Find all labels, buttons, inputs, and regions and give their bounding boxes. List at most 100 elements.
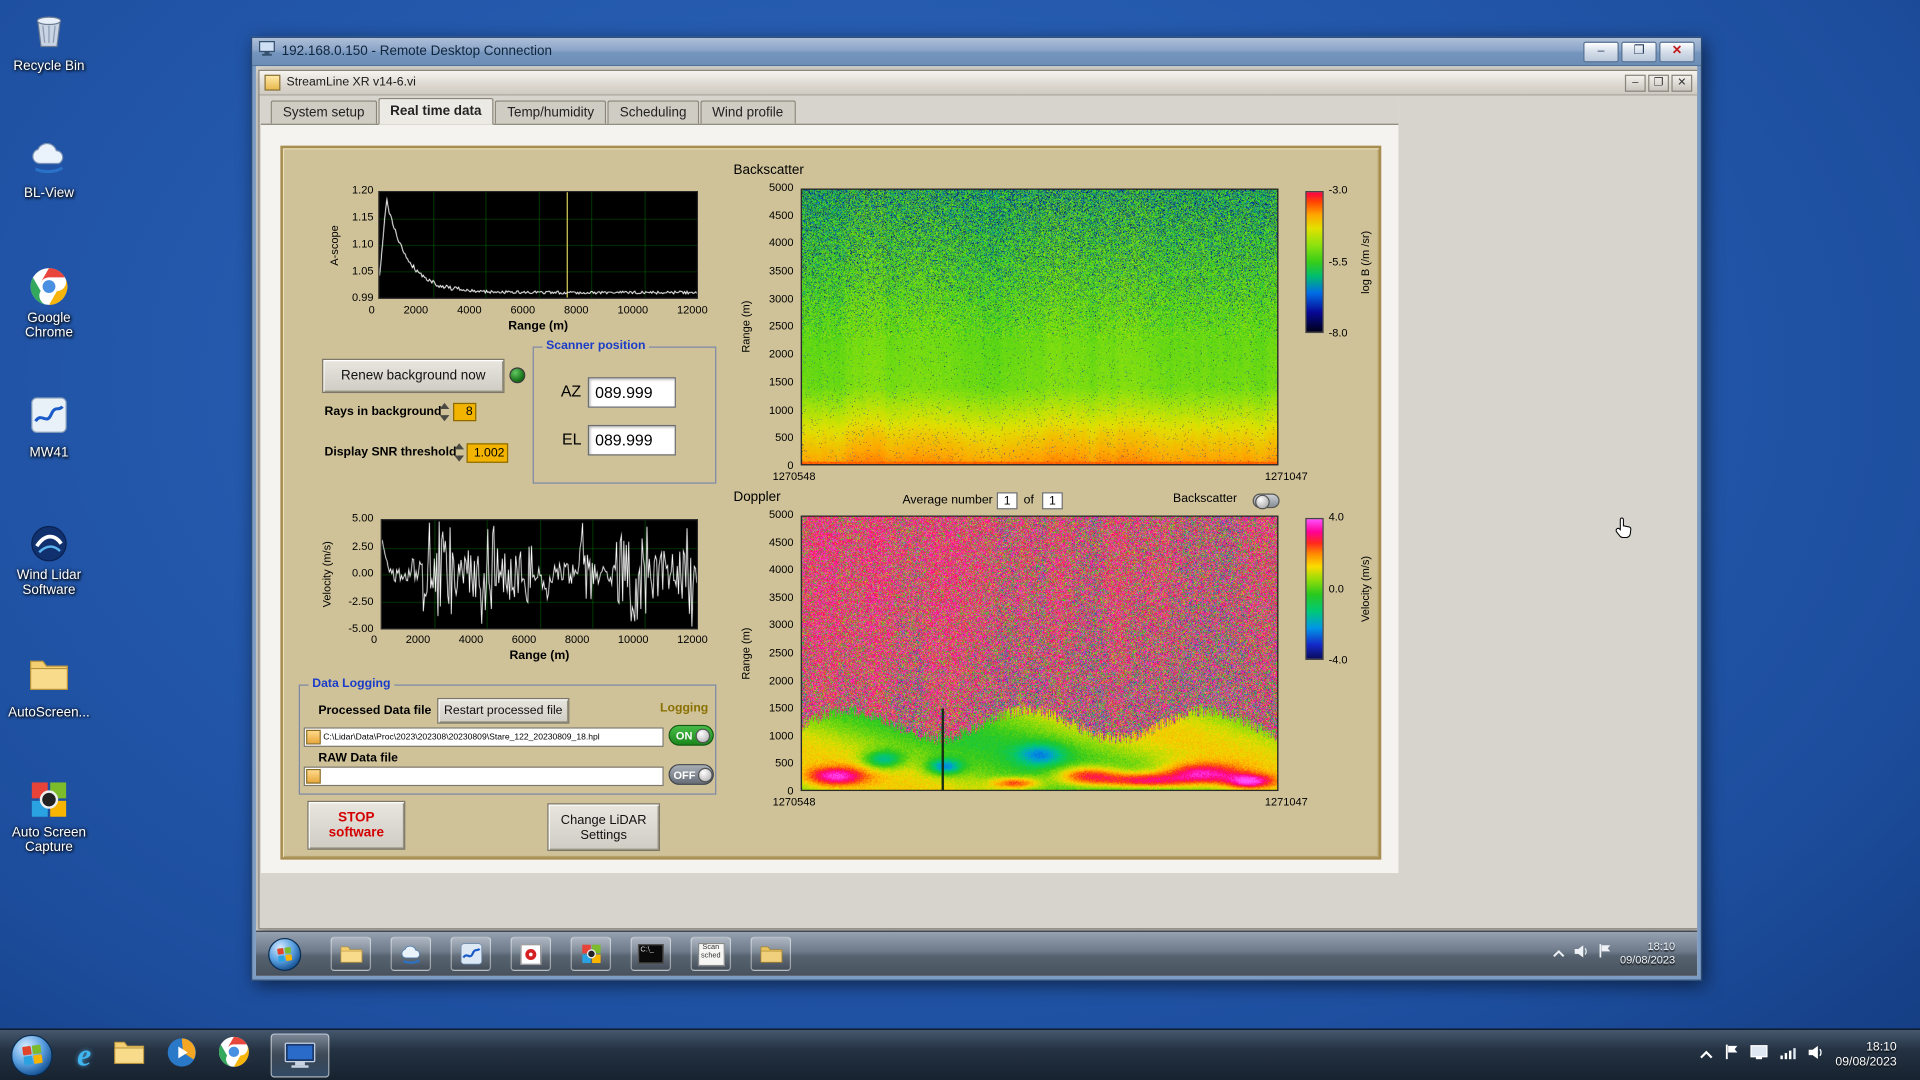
average-number-label: Average number [902,493,993,507]
tray-chevron-icon[interactable] [1700,1044,1713,1066]
tab-bar: System setup Real time data Temp/humidit… [260,97,1399,125]
action-center-flag-icon[interactable] [1724,1043,1739,1066]
off-switch-label: OFF [673,768,696,781]
doppler-x-first: 1270548 [772,795,816,809]
internet-explorer-icon[interactable]: e [77,1038,91,1071]
remote-mw41-icon[interactable] [450,936,492,972]
tab-temp-humidity[interactable]: Temp/humidity [494,100,607,124]
desktop-icon-google-chrome[interactable]: Google Chrome [5,267,93,343]
of-value-field[interactable]: 1 [1042,492,1063,510]
backscatter-colorbar-ticks: -3.0 -5.5 -8.0 [1328,183,1348,340]
power-icon [520,943,542,965]
terminal-icon: C:\_ [637,944,664,964]
rays-value-field[interactable]: 8 [453,402,477,422]
remote-files-icon[interactable] [750,936,792,972]
network-icon[interactable] [1779,1044,1796,1066]
media-player-icon[interactable] [166,1037,197,1074]
remote-flag-icon[interactable] [1598,943,1611,965]
backscatter-x-last: 1271047 [1264,470,1308,483]
snr-spinner[interactable] [453,443,464,462]
start-button[interactable] [11,1034,53,1076]
rdp-minimize-button[interactable]: – [1583,41,1619,62]
labview-minimize-button[interactable]: – [1624,74,1646,92]
backscatter-heatmap [800,188,1279,466]
raw-logging-switch[interactable]: OFF [668,764,714,785]
renew-background-button[interactable]: Renew background now [322,358,505,394]
rdp-window-title: 192.168.0.150 - Remote Desktop Connectio… [281,44,552,59]
tab-real-time-data[interactable]: Real time data [377,97,494,125]
on-switch-label: ON [675,729,693,742]
backscatter-colorbar [1305,191,1324,334]
remote-volume-icon[interactable] [1573,943,1589,965]
ascope-plot [378,191,698,299]
browse-processed-icon[interactable] [306,729,321,745]
remote-blview-icon[interactable] [390,936,432,972]
rdp-close-button[interactable]: ✕ [1659,41,1695,62]
desktop-icon-auto-screen-capture[interactable]: Auto Screen Capture [5,781,93,857]
scanner-position-title: Scanner position [542,339,650,353]
average-number-field[interactable]: 1 [996,492,1018,510]
chrome-icon[interactable] [217,1036,249,1074]
remote-explorer-icon[interactable] [330,936,372,972]
el-value-field[interactable]: 089.999 [587,424,676,456]
labview-maximize-button[interactable]: ❐ [1648,74,1669,92]
doppler-colorbar [1305,517,1324,660]
el-label: EL [562,429,582,449]
stop-software-button[interactable]: STOP software [307,800,406,850]
desktop-icon-autoscreen-folder[interactable]: AutoScreen... [5,656,93,722]
remote-tray-chevron-icon[interactable] [1553,943,1565,965]
backscatter-switch-label: Backscatter [1173,492,1238,506]
remote-power-app-icon[interactable] [510,936,552,972]
desktop-icon-mw41[interactable]: MW41 [5,397,93,463]
restart-processed-file-button[interactable]: Restart processed file [437,697,570,724]
processed-logging-switch[interactable]: ON [668,724,714,746]
backscatter-switch[interactable] [1252,493,1280,510]
tab-wind-profile[interactable]: Wind profile [699,100,796,124]
desktop-icon-wind-lidar[interactable]: Wind Lidar Software [5,524,93,600]
scanner-position-group: Scanner position AZ 089.999 EL 089.999 [532,339,717,484]
data-logging-group: Data Logging Processed Data file Restart… [298,677,717,795]
ascope-y-ticks: 1.20 1.15 1.10 1.05 0.99 [352,183,374,304]
desktop-icon-recycle-bin[interactable]: Recycle Bin [5,10,93,76]
remote-clock[interactable]: 18:10 09/08/2023 [1620,940,1675,967]
remote-scan-sched-icon[interactable]: Scan sched [690,936,732,972]
remote-start-button[interactable] [268,937,302,971]
labview-close-button[interactable]: ✕ [1671,74,1693,92]
velocity-plot [380,519,698,630]
volume-icon[interactable] [1807,1044,1824,1066]
browse-raw-icon[interactable] [306,768,321,784]
rdp-maximize-button[interactable]: ❐ [1621,41,1657,62]
rdp-app-icon [284,1042,315,1068]
velocity-y-axis-label: Velocity (m/s) [320,541,334,608]
real-time-data-panel: A-scope 1.20 1.15 1.10 1.05 0.99 0 2000 4000 60… [280,145,1382,860]
explorer-icon[interactable] [112,1038,145,1071]
scan-sched-icon: Scan sched [697,942,725,966]
rays-spinner[interactable] [438,402,449,422]
windows-flag-icon [21,1044,43,1066]
raw-file-path-input[interactable] [303,766,664,787]
tab-system-setup[interactable]: System setup [270,100,377,124]
rdp-window: 192.168.0.150 - Remote Desktop Connectio… [251,36,1703,981]
remote-system-tray: 18:10 09/08/2023 [1553,940,1698,967]
desktop-icon-bl-view[interactable]: BL-View [5,137,93,203]
backscatter-y-ticks: 5000 4500 4000 3500 3000 2500 2000 1500 1000 500 0 [768,181,794,472]
labview-titlebar[interactable]: StreamLine XR v14-6.vi – ❐ ✕ [259,71,1698,96]
change-lidar-settings-button[interactable]: Change LiDAR Settings [547,803,660,852]
rdp-taskbar-button[interactable] [270,1032,329,1077]
taskbar-clock[interactable]: 18:10 09/08/2023 [1835,1040,1896,1069]
front-panel: System setup Real time data Temp/humidit… [260,97,1399,874]
az-value-field[interactable]: 089.999 [587,377,676,408]
chrome-icon [5,267,93,309]
snr-value-field[interactable]: 1.002 [466,443,509,463]
display-icon[interactable] [1750,1044,1768,1066]
rdp-titlebar[interactable]: 192.168.0.150 - Remote Desktop Connectio… [252,37,1701,67]
remote-capture-app-icon[interactable] [570,936,612,972]
remote-terminal-icon[interactable]: C:\_ [630,936,672,972]
recycle-bin-icon [5,10,93,52]
tab-scheduling[interactable]: Scheduling [607,100,699,124]
processed-file-path-input[interactable]: C:\Lidar\Data\Proc\2023\202308\20230809\… [303,727,664,747]
ascope-x-ticks: 0 2000 4000 6000 8000 10000 12000 [368,303,708,316]
desktop: Recycle Bin BL-View Google Chrome MW41 W… [0,0,1920,1080]
remote-taskbar: C:\_ Scan sched 18:10 09/08/2023 [255,930,1698,976]
of-label: of [1023,493,1034,507]
